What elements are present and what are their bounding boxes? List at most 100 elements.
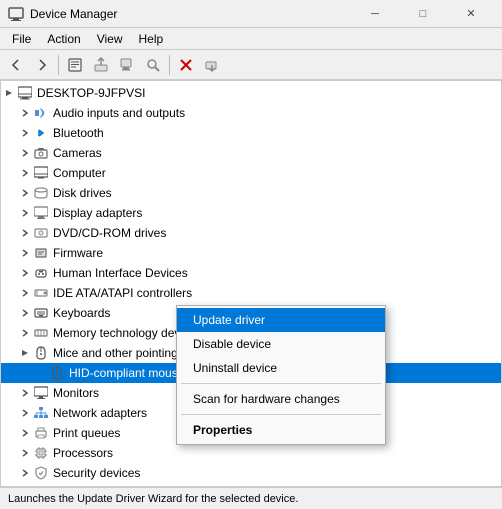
status-text: Launches the Update Driver Wizard for th… <box>8 493 298 505</box>
tree-label-print: Print queues <box>53 426 120 440</box>
toolbar <box>0 50 502 80</box>
tree-icon-computer <box>33 165 49 181</box>
expand-arrow[interactable] <box>17 345 33 361</box>
tree-label-bluetooth: Bluetooth <box>53 126 104 140</box>
expand-arrow[interactable] <box>17 125 33 141</box>
toolbar-remove[interactable] <box>174 53 198 77</box>
tree-label-disk: Disk drives <box>53 186 112 200</box>
toolbar-sep-2 <box>169 55 170 75</box>
menu-action[interactable]: Action <box>39 30 88 48</box>
tree-icon-firmware <box>33 245 49 261</box>
toolbar-add-legacy[interactable] <box>200 53 224 77</box>
menu-view[interactable]: View <box>89 30 131 48</box>
tree-icon-cameras <box>33 145 49 161</box>
tree-icon-hid <box>33 265 49 281</box>
tree-item-computer[interactable]: Computer <box>1 163 501 183</box>
tree-item-ide[interactable]: IDE ATA/ATAPI controllers <box>1 283 501 303</box>
tree-icon-security <box>33 465 49 481</box>
tree-label-audio: Audio inputs and outputs <box>53 106 185 120</box>
toolbar-update-driver[interactable] <box>89 53 113 77</box>
toolbar-sep-1 <box>58 55 59 75</box>
tree-icon-network <box>33 405 49 421</box>
tree-icon-software <box>33 485 49 486</box>
tree-icon-audio <box>33 105 49 121</box>
tree-label-network: Network adapters <box>53 406 147 420</box>
tree-icon-dvd <box>33 225 49 241</box>
toolbar-scan[interactable] <box>141 53 165 77</box>
toolbar-forward[interactable] <box>30 53 54 77</box>
tree-item-software[interactable]: Software devices <box>1 483 501 486</box>
ctx-item-properties[interactable]: Properties <box>177 418 385 442</box>
tree-item-disk[interactable]: Disk drives <box>1 183 501 203</box>
ctx-item-update-driver[interactable]: Update driver <box>177 308 385 332</box>
tree-label-security: Security devices <box>53 466 140 480</box>
expand-arrow[interactable] <box>17 145 33 161</box>
tree-icon-print <box>33 425 49 441</box>
ctx-separator <box>181 414 381 415</box>
tree-icon-disk <box>33 185 49 201</box>
toolbar-uninstall[interactable] <box>115 53 139 77</box>
tree-item-security[interactable]: Security devices <box>1 463 501 483</box>
expand-arrow[interactable] <box>17 285 33 301</box>
expand-arrow[interactable] <box>17 265 33 281</box>
tree-item-firmware[interactable]: Firmware <box>1 243 501 263</box>
app-icon <box>8 6 24 22</box>
tree-label-hid-mouse: HID-compliant mouse <box>69 366 184 380</box>
expand-arrow[interactable] <box>17 245 33 261</box>
expand-arrow[interactable] <box>17 485 33 486</box>
tree-icon-bluetooth <box>33 125 49 141</box>
tree-item-bluetooth[interactable]: Bluetooth <box>1 123 501 143</box>
tree-label-processors: Processors <box>53 446 113 460</box>
tree-icon-mice <box>33 345 49 361</box>
menu-help[interactable]: Help <box>131 30 172 48</box>
toolbar-back[interactable] <box>4 53 28 77</box>
tree-icon-memory <box>33 325 49 341</box>
expand-arrow[interactable] <box>17 465 33 481</box>
no-expand <box>33 365 49 381</box>
expand-arrow[interactable] <box>17 165 33 181</box>
tree-item-display[interactable]: Display adapters <box>1 203 501 223</box>
expand-arrow[interactable] <box>17 325 33 341</box>
tree-item-audio[interactable]: Audio inputs and outputs <box>1 103 501 123</box>
minimize-button[interactable]: ─ <box>352 4 398 24</box>
tree-label-cameras: Cameras <box>53 146 102 160</box>
tree-item-processors[interactable]: Processors <box>1 443 501 463</box>
expand-arrow[interactable] <box>17 445 33 461</box>
title-bar: Device Manager ─ □ ✕ <box>0 0 502 28</box>
expand-arrow[interactable] <box>17 225 33 241</box>
maximize-button[interactable]: □ <box>400 4 446 24</box>
expand-arrow[interactable] <box>17 425 33 441</box>
tree-icon-monitors <box>33 385 49 401</box>
expand-arrow[interactable] <box>17 305 33 321</box>
tree-item-hid[interactable]: Human Interface Devices <box>1 263 501 283</box>
tree-label-display: Display adapters <box>53 206 142 220</box>
tree-icon-ide <box>33 285 49 301</box>
tree-item-cameras[interactable]: Cameras <box>1 143 501 163</box>
tree-icon-hid-mouse <box>49 365 65 381</box>
tree-label-computer: Computer <box>53 166 106 180</box>
tree-label-dvd: DVD/CD-ROM drives <box>53 226 166 240</box>
context-menu: Update driverDisable deviceUninstall dev… <box>176 305 386 445</box>
ctx-item-disable-device[interactable]: Disable device <box>177 332 385 356</box>
menu-bar: File Action View Help <box>0 28 502 50</box>
tree-item-desktop[interactable]: DESKTOP-9JFPVSI <box>1 83 501 103</box>
tree-label-ide: IDE ATA/ATAPI controllers <box>53 286 192 300</box>
expand-arrow[interactable] <box>17 105 33 121</box>
tree-label-hid: Human Interface Devices <box>53 266 188 280</box>
ctx-item-scan-hardware[interactable]: Scan for hardware changes <box>177 387 385 411</box>
tree-item-dvd[interactable]: DVD/CD-ROM drives <box>1 223 501 243</box>
expand-arrow[interactable] <box>17 385 33 401</box>
tree-label-keyboards: Keyboards <box>53 306 110 320</box>
toolbar-properties[interactable] <box>63 53 87 77</box>
expand-arrow[interactable] <box>17 405 33 421</box>
menu-file[interactable]: File <box>4 30 39 48</box>
tree-icon-processors <box>33 445 49 461</box>
expand-arrow[interactable] <box>17 185 33 201</box>
ctx-item-uninstall-device[interactable]: Uninstall device <box>177 356 385 380</box>
expand-arrow[interactable] <box>17 205 33 221</box>
expand-arrow[interactable] <box>1 85 17 101</box>
close-button[interactable]: ✕ <box>448 4 494 24</box>
main-content: DESKTOP-9JFPVSI Audio inputs and outputs B… <box>0 80 502 487</box>
ctx-separator <box>181 383 381 384</box>
tree-icon-keyboards <box>33 305 49 321</box>
